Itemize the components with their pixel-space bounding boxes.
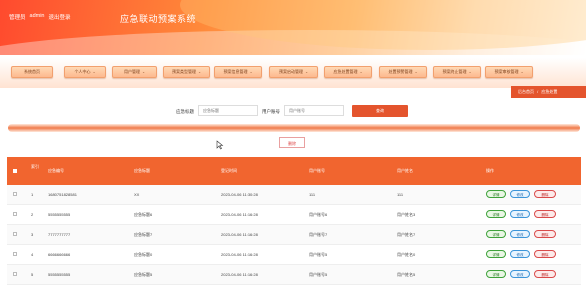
nav-item-plan-review[interactable]: 预案审核管理 ⌄ (485, 66, 533, 78)
row-checkbox[interactable] (13, 192, 17, 196)
breadcrumb: 后台首页 / 应急处置 (511, 86, 586, 98)
row-title: 应急标题7 (134, 232, 153, 237)
row-checkbox[interactable] (13, 212, 17, 216)
table-row: 1 1680751828581 XX 2023-04-06 11:30:28 1… (7, 185, 581, 205)
row-time: 2023-04-06 11:16:28 (221, 252, 258, 257)
nav-item-plan-start[interactable]: 预案启动管理 ⌄ (269, 66, 318, 78)
detail-button[interactable]: 详情 (486, 190, 506, 198)
edit-button[interactable]: 修改 (510, 230, 530, 238)
select-all-checkbox[interactable] (13, 169, 17, 173)
select-all-cell (7, 157, 21, 185)
row-code: 7777777777 (48, 232, 71, 237)
nav-item-plan-info[interactable]: 预案信息管理 ⌄ (214, 66, 262, 78)
nav-item-users[interactable]: 用户管理 ⌄ (112, 66, 157, 78)
row-name: 用户姓名0 (397, 252, 416, 257)
column-header-time: 登记时间 (221, 168, 237, 173)
column-header-code: 应急编号 (48, 168, 64, 173)
top-nav: 系统首页 个人中心 ⌄ 用户管理 ⌄ 预案类型管理 ⌄ 预案信息管理 ⌄ 预案启… (0, 58, 586, 88)
chevron-down-icon: ⌄ (414, 70, 418, 74)
username: admin (29, 13, 45, 19)
chevron-down-icon: ⌄ (520, 70, 524, 74)
nav-item-plan-end[interactable]: 预案终止管理 ⌄ (433, 66, 481, 78)
delete-button[interactable]: 删除 (534, 250, 556, 258)
detail-button[interactable]: 详情 (486, 250, 506, 258)
nav-item-emergency[interactable]: 应急处置管理 ⌄ (324, 66, 372, 78)
edit-button[interactable]: 修改 (510, 250, 530, 258)
delete-button[interactable]: 删除 (534, 230, 556, 238)
chevron-down-icon: ⌄ (92, 70, 96, 74)
delete-button[interactable]: 删除 (534, 270, 556, 278)
column-header-account: 用户账号 (309, 168, 325, 173)
breadcrumb-home[interactable]: 后台首页 (518, 89, 534, 94)
row-name: 111 (397, 192, 404, 197)
nav-item-profile[interactable]: 个人中心 ⌄ (64, 66, 106, 78)
row-checkbox[interactable] (13, 272, 17, 276)
row-title: 应急标题0 (134, 252, 153, 257)
edit-button[interactable]: 修改 (510, 210, 530, 218)
column-header-name: 用户姓名 (397, 168, 413, 173)
nav-item-warning[interactable]: 处置预警管理 ⌄ (379, 66, 427, 78)
chevron-down-icon: ⌄ (142, 70, 146, 74)
row-title: XX (134, 192, 140, 197)
edit-button[interactable]: 修改 (510, 270, 530, 278)
chevron-down-icon: ⌄ (249, 70, 253, 74)
user-role: 管理员 (9, 15, 26, 21)
row-time: 2023-04-06 11:16:28 (221, 212, 258, 217)
detail-button[interactable]: 详情 (486, 230, 506, 238)
row-account: 用户账号6 (309, 212, 328, 217)
table-row: 4 6666666666 应急标题0 2023-04-06 11:16:28 用… (7, 245, 581, 265)
nav-item-plan-types[interactable]: 预案类型管理 ⌄ (163, 66, 210, 78)
row-code: 6666666666 (48, 252, 71, 257)
system-title: 应急联动预案系统 (120, 14, 197, 24)
account-search-input[interactable] (284, 105, 344, 116)
breadcrumb-separator: / (537, 89, 539, 94)
chevron-down-icon: ⌄ (468, 70, 472, 74)
row-index: 2 (31, 212, 34, 217)
detail-button[interactable]: 详情 (486, 210, 506, 218)
row-account: 用户账号5 (309, 252, 328, 257)
column-header-actions: 操作 (486, 168, 494, 173)
table-row: 2 5555555555 应急标题6 2023-04-06 11:16:28 用… (7, 205, 581, 225)
data-table: 索引 应急编号 应急标题 登记时间 用户账号 用户姓名 操作 1 1680751… (7, 157, 581, 285)
row-code: 1680751828581 (48, 192, 77, 197)
chevron-down-icon: ⌄ (359, 70, 363, 74)
section-divider (8, 124, 580, 132)
logout-link[interactable]: 退出登录 (49, 13, 71, 21)
row-name: 用户姓名3 (397, 212, 416, 217)
row-name: 用户姓名7 (397, 232, 416, 237)
table-header: 索引 应急编号 应急标题 登记时间 用户账号 用户姓名 操作 (7, 157, 581, 185)
delete-button[interactable]: 删除 (534, 190, 556, 198)
mouse-cursor-icon (216, 140, 224, 150)
nav-item-home[interactable]: 系统首页 (11, 66, 53, 78)
row-account: 111 (309, 192, 316, 197)
breadcrumb-current: 应急处置 (541, 89, 558, 94)
table-row: 3 7777777777 应急标题7 2023-04-06 11:16:28 用… (7, 225, 581, 245)
row-title: 应急标题6 (134, 212, 153, 217)
user-info: 管理员 admin 退出登录 (9, 13, 71, 21)
row-checkbox[interactable] (13, 252, 17, 256)
header: 管理员 admin 退出登录 应急联动预案系统 (0, 0, 586, 55)
row-code: 5555555555 (48, 212, 71, 217)
edit-button[interactable]: 修改 (510, 190, 530, 198)
chevron-down-icon: ⌄ (198, 70, 202, 74)
account-label: 用户账号 (262, 109, 280, 114)
search-button[interactable]: 查询 (352, 105, 408, 117)
detail-button[interactable]: 详情 (486, 270, 506, 278)
row-index: 4 (31, 252, 34, 257)
title-search-input[interactable] (198, 105, 258, 116)
row-time: 2023-04-06 11:30:28 (221, 192, 258, 197)
row-index: 3 (31, 232, 34, 237)
row-account: 用户账号7 (309, 232, 328, 237)
column-header-title: 应急标题 (134, 168, 150, 173)
row-index: 1 (31, 192, 34, 197)
row-time: 2023-04-06 11:16:28 (221, 232, 258, 237)
batch-delete-button[interactable]: 删除 (279, 137, 305, 148)
title-label: 应急标题 (176, 109, 194, 114)
chevron-down-icon: ⌄ (305, 70, 309, 74)
delete-button[interactable]: 删除 (534, 210, 556, 218)
table-row: 5 5555555555 应急标题5 2023-04-06 11:16:28 用… (7, 265, 581, 285)
row-checkbox[interactable] (13, 232, 17, 236)
